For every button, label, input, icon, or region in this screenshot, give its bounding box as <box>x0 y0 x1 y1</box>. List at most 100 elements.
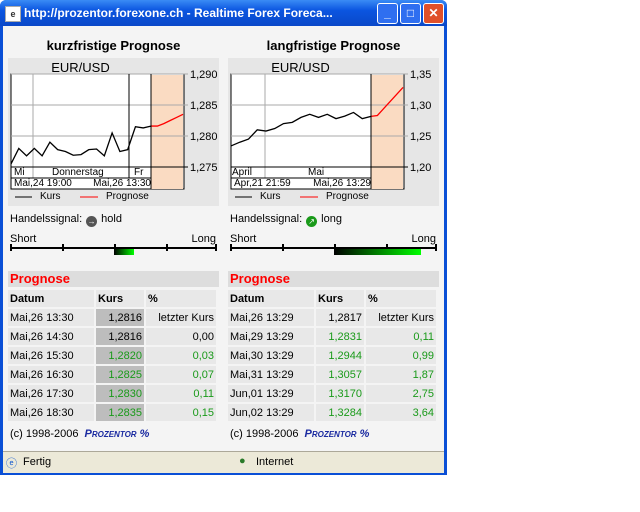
table-row: Jun,02 13:29 1,3284 3,64 <box>228 404 438 421</box>
legend-prognose: Prognose <box>106 191 149 202</box>
percent-cell: letzter Kurs <box>146 309 218 326</box>
signal-value: long <box>321 213 342 225</box>
window-title: http://prozentor.forexone.ch - Realtime … <box>24 6 333 20</box>
table-row: Mai,26 15:30 1,2820 0,03 <box>8 347 218 364</box>
forecast-chart: EUR/USD 1,290 1,285 1,280 1,275 Mi Donnersta… <box>8 58 219 206</box>
kurs-cell: 1,2816 <box>96 309 146 326</box>
table-row: Mai,31 13:29 1,3057 1,87 <box>228 366 438 383</box>
x-axis-label: Fr <box>134 167 144 178</box>
y-tick-label: 1,280 <box>190 131 218 143</box>
chart-start-date: Apr,21 21:59 <box>234 178 291 189</box>
zone-text: Internet <box>256 456 294 468</box>
date-cell: Mai,26 18:30 <box>8 404 96 421</box>
ie-icon: ⓔ <box>6 458 17 470</box>
close-button[interactable]: ✕ <box>423 3 444 24</box>
percent-cell: 1,87 <box>366 366 438 383</box>
table-row: Jun,01 13:29 1,3170 2,75 <box>228 385 438 402</box>
table-row: Mai,29 13:29 1,2831 0,11 <box>228 328 438 345</box>
date-cell: Mai,30 13:29 <box>228 347 316 364</box>
long-label: Long <box>411 233 436 245</box>
kurs-cell: 1,2816 <box>96 328 146 345</box>
signal-strength-bar <box>334 249 421 255</box>
date-cell: Mai,26 13:30 <box>8 309 96 326</box>
forecast-zone <box>151 75 183 189</box>
table-row: Mai,26 13:30 1,2816 letzter Kurs <box>8 309 218 326</box>
percent-cell: 0,15 <box>146 404 218 421</box>
percent-cell: 0,11 <box>146 385 218 402</box>
legend-prognose: Prognose <box>326 191 369 202</box>
short-label: Short <box>10 233 37 245</box>
table-row: Mai,26 14:30 1,2816 0,00 <box>8 328 218 345</box>
signal-label: Handelssignal: <box>230 213 303 225</box>
copyright-text: (c) 1998-2006 <box>10 428 79 440</box>
header-datum: Datum <box>228 290 316 307</box>
percent-cell: 0,99 <box>366 347 438 364</box>
kurs-cell: 1,3170 <box>316 385 366 402</box>
percent-cell: 3,64 <box>366 404 438 421</box>
prozentor-logo[interactable]: Prozentor % <box>85 428 150 440</box>
y-tick-label: 1,35 <box>410 69 431 81</box>
date-cell: Mai,31 13:29 <box>228 366 316 383</box>
browser-window: e http://prozentor.forexone.ch - Realtim… <box>0 0 447 475</box>
y-tick-label: 1,290 <box>190 69 218 81</box>
arrow-up-right-icon: ↗ <box>306 216 318 227</box>
date-cell: Jun,01 13:29 <box>228 385 316 402</box>
maximize-button[interactable]: □ <box>400 3 421 24</box>
forecast-table: Datum Kurs% Mai,26 13:29 1,2817 letzter K… <box>228 288 438 423</box>
y-tick-label: 1,275 <box>190 162 218 174</box>
copyright-text: (c) 1998-2006 <box>230 428 299 440</box>
kurs-cell: 1,2944 <box>316 347 366 364</box>
y-tick-label: 1,25 <box>410 131 431 143</box>
kurs-cell: 1,2817 <box>316 309 366 326</box>
kurs-cell: 1,2830 <box>96 385 146 402</box>
kurs-cell: 1,2825 <box>96 366 146 383</box>
table-row: Mai,26 16:30 1,2825 0,07 <box>8 366 218 383</box>
status-bar: ⓔ Fertig ● Internet <box>3 451 444 473</box>
kurs-cell: 1,2831 <box>316 328 366 345</box>
date-cell: Mai,26 15:30 <box>8 347 96 364</box>
header-kurs: Kurs <box>316 290 366 307</box>
minimize-button[interactable]: _ <box>377 3 398 24</box>
table-row: Mai,26 13:29 1,2817 letzter Kurs <box>228 309 438 326</box>
prognose-title: Prognose <box>8 271 219 287</box>
table-row: Mai,30 13:29 1,2944 0,99 <box>228 347 438 364</box>
trade-signal: Handelssignal: ↗ long <box>230 213 342 227</box>
date-cell: Mai,26 14:30 <box>8 328 96 345</box>
percent-cell: 2,75 <box>366 385 438 402</box>
y-tick-label: 1,20 <box>410 162 431 174</box>
signal-value: hold <box>101 213 122 225</box>
percent-cell: letzter Kurs <box>366 309 438 326</box>
ie-page-icon: e <box>5 6 21 22</box>
arrow-right-icon: → <box>86 216 98 227</box>
y-tick-label: 1,30 <box>410 100 431 112</box>
header-kurs: Kurs <box>96 290 146 307</box>
percent-cell: 0,11 <box>366 328 438 345</box>
globe-icon: ● <box>239 455 246 467</box>
legend-kurs: Kurs <box>40 191 61 202</box>
status-text: Fertig <box>23 456 52 468</box>
short-term-panel: kurzfristige Prognose EUR/USD 1,290 1,285… <box>8 26 219 440</box>
page-content: kurzfristige Prognose EUR/USD 1,290 1,285… <box>3 26 444 451</box>
chart-end-date: Mai,26 13:29 <box>313 178 371 189</box>
signal-label: Handelssignal: <box>10 213 83 225</box>
date-cell: Jun,02 13:29 <box>228 404 316 421</box>
table-row: Mai,26 18:30 1,2835 0,15 <box>8 404 218 421</box>
header-datum: Datum <box>8 290 96 307</box>
long-term-panel: langfristige Prognose EUR/USD 1,35 1,30 1,… <box>228 26 439 440</box>
date-cell: Mai,26 13:29 <box>228 309 316 326</box>
panel-heading: kurzfristige Prognose <box>46 38 181 53</box>
title-bar: e http://prozentor.forexone.ch - Realtim… <box>0 0 447 26</box>
kurs-cell: 1,2835 <box>96 404 146 421</box>
header-percent: % <box>366 290 438 307</box>
chart-start-date: Mai,24 19:00 <box>14 178 72 189</box>
header-percent: % <box>146 290 218 307</box>
date-cell: Mai,26 17:30 <box>8 385 96 402</box>
legend-kurs: Kurs <box>260 191 281 202</box>
date-cell: Mai,29 13:29 <box>228 328 316 345</box>
trade-signal: Handelssignal: → hold <box>10 213 122 227</box>
percent-cell: 0,00 <box>146 328 218 345</box>
prozentor-logo[interactable]: Prozentor % <box>305 428 370 440</box>
x-axis-label: April <box>232 167 253 178</box>
date-cell: Mai,26 16:30 <box>8 366 96 383</box>
x-axis-label: Mi <box>14 167 25 178</box>
